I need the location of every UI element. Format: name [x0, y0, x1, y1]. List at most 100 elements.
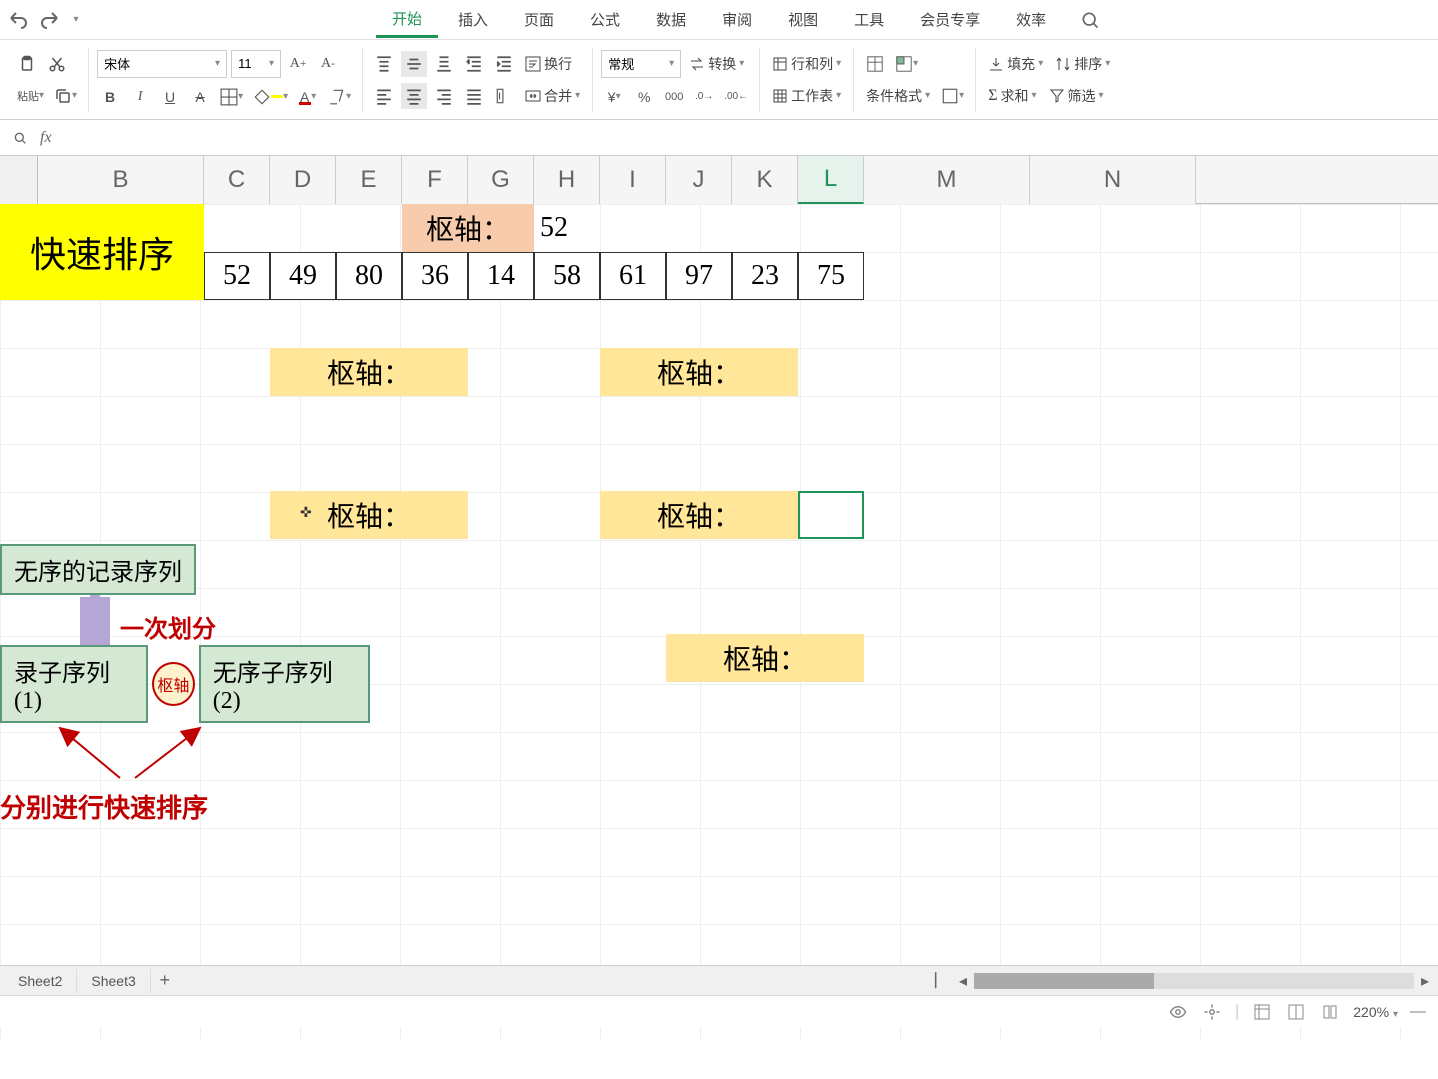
col-header-N[interactable]: N [1030, 156, 1196, 204]
decimal-increase-button[interactable]: .0→ [691, 84, 717, 110]
view-normal-button[interactable] [1251, 1001, 1273, 1023]
worksheet-button[interactable]: 工作表▾ [768, 83, 845, 109]
col-header-K[interactable]: K [732, 156, 798, 204]
indent-decrease-button[interactable] [461, 51, 487, 77]
tab-tools[interactable]: 工具 [838, 3, 900, 36]
tab-page[interactable]: 页面 [508, 3, 570, 36]
sheet-tab-3[interactable]: Sheet3 [77, 969, 150, 993]
tab-home[interactable]: 开始 [376, 2, 438, 38]
percent-button[interactable]: % [631, 84, 657, 110]
tab-member[interactable]: 会员专享 [904, 3, 996, 36]
strikethrough-button[interactable]: A [187, 84, 213, 110]
font-size-select[interactable]: 11▾ [231, 50, 281, 78]
tab-review[interactable]: 审阅 [706, 3, 768, 36]
align-top-button[interactable] [371, 51, 397, 77]
col-header-L[interactable]: L [798, 156, 864, 204]
font-increase-button[interactable]: A+ [285, 51, 311, 77]
cell-pivot-d[interactable]: 枢轴： [270, 348, 468, 396]
merge-button[interactable]: 合并▾ [521, 83, 584, 109]
scroll-left-button[interactable]: ◂ [954, 972, 972, 990]
col-header-F[interactable]: F [402, 156, 468, 204]
col-header-G[interactable]: G [468, 156, 534, 204]
cell-data-6[interactable]: 61 [600, 252, 666, 300]
clear-format-button[interactable]: ▾ [325, 84, 354, 110]
cell-data-2[interactable]: 80 [336, 252, 402, 300]
tab-insert[interactable]: 插入 [442, 3, 504, 36]
cell-data-1[interactable]: 49 [270, 252, 336, 300]
visibility-icon[interactable] [1167, 1001, 1189, 1023]
col-header-I[interactable]: I [600, 156, 666, 204]
cell-pivot-value[interactable]: 52 [534, 204, 600, 252]
col-header-C[interactable]: C [204, 156, 270, 204]
currency-button[interactable]: ¥▾ [601, 84, 627, 110]
fx-label[interactable]: fx [40, 129, 52, 147]
cut-button[interactable] [44, 51, 70, 77]
view-layout-button[interactable] [1319, 1001, 1341, 1023]
col-header-E[interactable]: E [336, 156, 402, 204]
zoom-level[interactable]: 220% ▾ [1353, 1004, 1398, 1020]
sheet-tab-2[interactable]: Sheet2 [4, 969, 77, 993]
convert-button[interactable]: 转换▾ [685, 51, 748, 77]
scroll-right-button[interactable]: ▸ [1416, 972, 1434, 990]
align-center-button[interactable] [401, 83, 427, 109]
table-style-button[interactable] [862, 51, 888, 77]
font-name-select[interactable]: 宋体▾ [97, 50, 227, 78]
decimal-decrease-button[interactable]: .00← [721, 84, 751, 110]
cell-data-7[interactable]: 97 [666, 252, 732, 300]
tab-efficiency[interactable]: 效率 [1000, 3, 1062, 36]
sum-button[interactable]: Σ求和▾ [984, 83, 1040, 109]
rowcol-button[interactable]: 行和列▾ [768, 51, 845, 77]
fill-color-button[interactable]: ▾ [250, 84, 291, 110]
formula-input[interactable] [58, 124, 1432, 152]
col-header-H[interactable]: H [534, 156, 600, 204]
align-bottom-button[interactable] [431, 51, 457, 77]
sort-button[interactable]: 排序▾ [1051, 51, 1114, 77]
cell-data-5[interactable]: 58 [534, 252, 600, 300]
cell-data-8[interactable]: 23 [732, 252, 798, 300]
add-sheet-button[interactable]: + [151, 970, 179, 991]
filter-button[interactable]: 筛选▾ [1045, 83, 1108, 109]
search-button[interactable] [1074, 4, 1106, 36]
grid-body[interactable]: 快速排序 枢轴： 52 52 49 80 36 14 58 61 97 23 7… [0, 204, 1438, 1040]
cell-pivot-j[interactable]: 枢轴： [666, 634, 864, 682]
undo-button[interactable] [8, 8, 32, 32]
copy-button[interactable]: ▾ [51, 83, 80, 109]
col-header-B[interactable]: B [38, 156, 204, 204]
scroll-first-button[interactable]: ⎸ [934, 972, 952, 990]
tab-view[interactable]: 视图 [772, 3, 834, 36]
cell-pivot-i[interactable]: 枢轴： [600, 348, 798, 396]
name-box-expand[interactable] [6, 124, 34, 152]
col-header-J[interactable]: J [666, 156, 732, 204]
paste-dropdown[interactable]: 粘贴▾ [14, 83, 47, 109]
cell-style-button[interactable]: ▾ [892, 51, 921, 77]
align-left-button[interactable] [371, 83, 397, 109]
cell-title[interactable]: 快速排序 [0, 204, 204, 300]
tab-formula[interactable]: 公式 [574, 3, 636, 36]
underline-button[interactable]: U [157, 84, 183, 110]
bold-button[interactable]: B [97, 84, 123, 110]
col-header-M[interactable]: M [864, 156, 1030, 204]
indent-increase-button[interactable] [491, 51, 517, 77]
comma-button[interactable]: 000 [661, 84, 687, 110]
redo-button[interactable] [36, 8, 60, 32]
paste-button[interactable] [14, 51, 40, 77]
cell-data-9[interactable]: 75 [798, 252, 864, 300]
number-format-select[interactable]: 常规▾ [601, 50, 681, 78]
fill-button[interactable]: 填充▾ [984, 51, 1047, 77]
cell-pivot-i2[interactable]: 枢轴： [600, 491, 798, 539]
border-style-button[interactable]: ▾ [938, 83, 967, 109]
border-button[interactable]: ▾ [217, 84, 246, 110]
tab-data[interactable]: 数据 [640, 3, 702, 36]
horizontal-scrollbar[interactable] [974, 973, 1414, 989]
align-right-button[interactable] [431, 83, 457, 109]
italic-button[interactable]: I [127, 84, 153, 110]
align-justify-button[interactable] [461, 83, 487, 109]
col-header-D[interactable]: D [270, 156, 336, 204]
select-all-corner[interactable] [0, 156, 38, 204]
cell-pivot-label[interactable]: 枢轴： [402, 204, 534, 252]
cell-data-3[interactable]: 36 [402, 252, 468, 300]
font-decrease-button[interactable]: A- [315, 51, 341, 77]
align-middle-button[interactable] [401, 51, 427, 77]
qat-more-button[interactable]: ▾ [64, 8, 88, 32]
cell-data-4[interactable]: 14 [468, 252, 534, 300]
